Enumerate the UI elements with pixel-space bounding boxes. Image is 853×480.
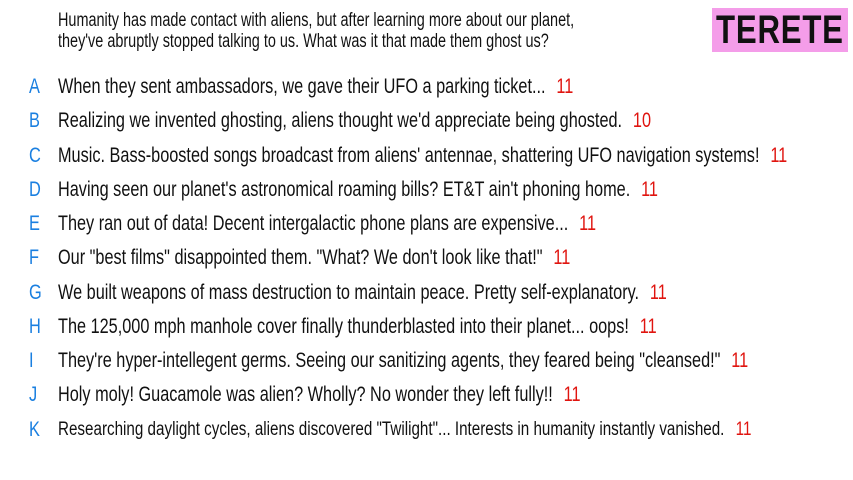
answer-text: When they sent ambassadors, we gave thei… (58, 75, 546, 98)
answer-text: Music. Bass-boosted songs broadcast from… (58, 144, 760, 167)
answer-text: Researching daylight cycles, aliens disc… (58, 419, 725, 440)
answer-item[interactable]: E They ran out of data! Decent intergala… (0, 212, 853, 238)
answer-score: 11 (563, 383, 581, 406)
prompt-question: Humanity has made contact with aliens, b… (58, 10, 574, 52)
answer-text-line: They're hyper-intellegent germs. Seeing … (58, 349, 748, 373)
answer-item[interactable]: H The 125,000 mph manhole cover finally … (0, 315, 853, 341)
answer-text-line: Holy moly! Guacamole was alien? Wholly? … (58, 383, 581, 407)
answer-score: 11 (639, 315, 657, 338)
answer-text-line: Music. Bass-boosted songs broadcast from… (58, 144, 787, 168)
answer-text: They ran out of data! Decent intergalact… (58, 212, 569, 235)
answer-item[interactable]: K Researching daylight cycles, aliens di… (0, 418, 853, 444)
answer-letter: F (29, 246, 40, 269)
answer-letter: E (29, 212, 40, 235)
answer-letter: B (29, 109, 40, 132)
answer-score: 10 (632, 109, 652, 132)
answer-text: Realizing we invented ghosting, aliens t… (58, 109, 623, 132)
answer-score: 11 (735, 419, 752, 440)
answer-text-line: When they sent ambassadors, we gave thei… (58, 75, 573, 99)
answer-text-line: They ran out of data! Decent intergalact… (58, 212, 596, 236)
answer-letter: G (29, 281, 42, 304)
answer-item[interactable]: D Having seen our planet's astronomical … (0, 178, 853, 204)
answer-letter: A (29, 75, 40, 98)
answer-letter: J (29, 383, 38, 406)
answer-letter: H (29, 315, 41, 338)
answer-text: Our "best films" disappointed them. "Wha… (58, 246, 543, 269)
answer-item[interactable]: J Holy moly! Guacamole was alien? Wholly… (0, 383, 853, 409)
answer-text-line: We built weapons of mass destruction to … (58, 281, 667, 305)
answer-text: Holy moly! Guacamole was alien? Wholly? … (58, 383, 553, 406)
answer-item[interactable]: C Music. Bass-boosted songs broadcast fr… (0, 144, 853, 170)
player-name: TERETE (716, 7, 844, 52)
answer-score: 11 (641, 178, 658, 201)
answer-text-line: Researching daylight cycles, aliens disc… (58, 419, 751, 441)
prompt-line-1: Humanity has made contact with aliens, b… (58, 10, 575, 31)
answer-item[interactable]: I They're hyper-intellegent germs. Seein… (0, 349, 853, 375)
answer-text: We built weapons of mass destruction to … (58, 281, 640, 304)
answer-text-line: Realizing we invented ghosting, aliens t… (58, 109, 651, 133)
answer-item[interactable]: F Our "best films" disappointed them. "W… (0, 246, 853, 272)
answer-letter: C (29, 144, 41, 167)
prompt-line-2: they've abruptly stopped talking to us. … (58, 31, 549, 52)
answer-text-line: Having seen our planet's astronomical ro… (58, 178, 658, 202)
answer-item[interactable]: A When they sent ambassadors, we gave th… (0, 75, 853, 101)
answer-text-line: The 125,000 mph manhole cover finally th… (58, 315, 657, 339)
answer-score: 11 (731, 349, 749, 372)
answer-letter: I (29, 349, 34, 372)
player-name-badge: TERETE (712, 8, 848, 52)
answer-text: They're hyper-intellegent germs. Seeing … (58, 349, 721, 372)
answer-item[interactable]: B Realizing we invented ghosting, aliens… (0, 109, 853, 135)
answer-text-line: Our "best films" disappointed them. "Wha… (58, 246, 570, 270)
answer-letter: K (29, 418, 40, 441)
answer-letter: D (29, 178, 41, 201)
answer-text: Having seen our planet's astronomical ro… (58, 178, 631, 201)
answer-item[interactable]: G We built weapons of mass destruction t… (0, 281, 853, 307)
answer-score: 11 (553, 246, 571, 269)
answer-text: The 125,000 mph manhole cover finally th… (58, 315, 629, 338)
answer-score: 11 (770, 144, 788, 167)
answer-score: 11 (556, 75, 574, 98)
answer-score: 11 (579, 212, 597, 235)
answer-score: 11 (649, 281, 667, 304)
